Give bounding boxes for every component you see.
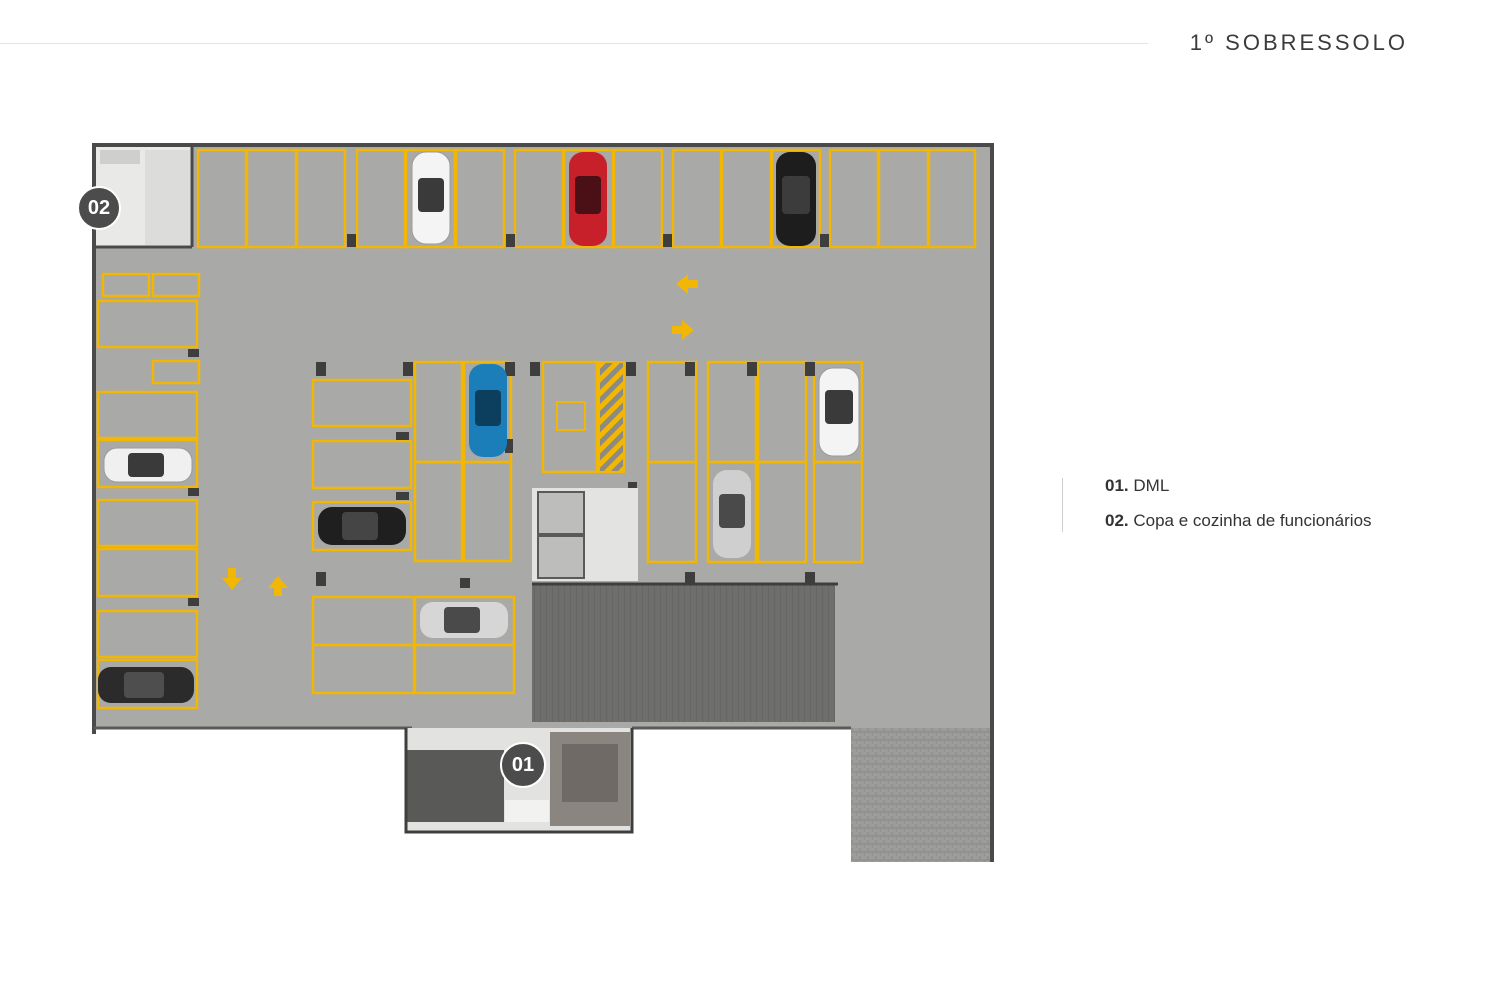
- legend: 01. DML 02. Copa e cozinha de funcionári…: [1062, 476, 1372, 532]
- stairs: [406, 750, 504, 822]
- legend-num-01: 01.: [1105, 476, 1129, 495]
- marker-02-label: 02: [87, 197, 111, 219]
- floor-plan: [92, 143, 994, 862]
- paved-area: [851, 728, 992, 862]
- hatched-area: [598, 361, 625, 473]
- legend-item-01: 01. DML: [1105, 468, 1372, 503]
- marker-01: 01: [500, 742, 546, 788]
- ramp: [532, 584, 835, 722]
- legend-label-02: Copa e cozinha de funcionários: [1133, 511, 1372, 530]
- page-title: 1º SOBRESSOLO: [1189, 30, 1408, 55]
- legend-item-02: 02. Copa e cozinha de funcionários: [1105, 503, 1372, 538]
- legend-label-01: DML: [1133, 476, 1170, 495]
- copa-wc: [145, 150, 190, 245]
- legend-num-02: 02.: [1105, 511, 1129, 530]
- copa-counter: [100, 150, 140, 164]
- elevator-1: [537, 491, 585, 535]
- elevator-2: [537, 535, 585, 579]
- marker-01-label: 01: [511, 754, 535, 776]
- marker-02: 02: [77, 186, 121, 230]
- dml-room: [505, 800, 549, 822]
